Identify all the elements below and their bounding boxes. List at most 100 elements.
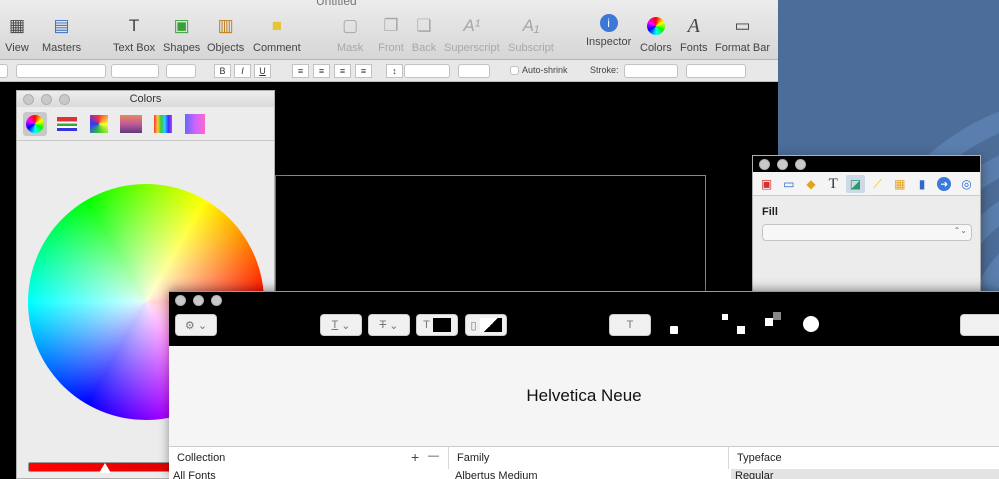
minimize-button[interactable]: [193, 295, 204, 306]
collection-list-item[interactable]: All Fonts: [169, 469, 216, 479]
fill-type-popup[interactable]: [762, 224, 972, 241]
hyperlink-inspector-tab[interactable]: ➜: [935, 175, 954, 193]
underline-menu[interactable]: T ⌄: [320, 314, 362, 336]
tab-color-palettes[interactable]: [87, 112, 111, 136]
shapes-icon: ▣: [173, 16, 190, 35]
zoom-button[interactable]: [211, 295, 222, 306]
view-button[interactable]: ▦ View: [4, 14, 30, 54]
back-button[interactable]: ❏ Back: [411, 14, 437, 54]
bring-front-icon: ❐: [383, 16, 399, 35]
document-title: Untitled: [316, 0, 357, 8]
table-inspector-tab[interactable]: ▦: [890, 175, 909, 193]
minimize-button[interactable]: [777, 159, 788, 170]
auto-shrink-checkbox[interactable]: [510, 66, 519, 75]
inspector-tabs: ▣ ▭ ◆ T ◪ ⟋ ▦ ▮ ➜ ◎: [753, 172, 980, 196]
slide-inspector-tab[interactable]: ▭: [779, 175, 798, 193]
stroke-label: Stroke:: [590, 65, 619, 75]
columns-popup[interactable]: [458, 64, 490, 78]
format-bar: B I U ≡ ≡ ≡ ≡ ↕ Auto-shrink Stroke:: [0, 60, 778, 82]
typeface-column-header[interactable]: Typeface: [729, 447, 999, 469]
align-center-button[interactable]: ≡: [313, 64, 330, 78]
front-button[interactable]: ❐ Front: [378, 14, 404, 54]
text-shadow-toggle[interactable]: T: [609, 314, 651, 336]
family-list-item[interactable]: Albertus Medium: [451, 469, 538, 479]
font-style-popup[interactable]: [111, 64, 159, 78]
document-inspector-tab[interactable]: ▣: [757, 175, 776, 193]
slide-icon: ▭: [783, 177, 795, 191]
color-wheel-icon: [26, 114, 44, 133]
strikethrough-menu[interactable]: T ⌄: [368, 314, 410, 336]
align-left-button[interactable]: ≡: [292, 64, 309, 78]
bold-button[interactable]: B: [214, 64, 231, 78]
family-column-header[interactable]: Family: [449, 447, 729, 469]
masters-button[interactable]: ▤ Masters: [42, 14, 81, 54]
line-spacing-popup[interactable]: [404, 64, 450, 78]
quicktime-inspector-tab[interactable]: ◎: [957, 175, 976, 193]
colors-button[interactable]: Colors: [640, 14, 672, 54]
tab-pencils[interactable]: [151, 112, 175, 136]
build-inspector-tab[interactable]: ◆: [801, 175, 820, 193]
tab-spectrum-grid[interactable]: [183, 112, 207, 136]
shadow-offset-knob[interactable]: [737, 326, 745, 334]
shapes-button[interactable]: ▣ Shapes: [163, 14, 200, 54]
justify-button[interactable]: ≡: [355, 64, 372, 78]
font-preview: Helvetica Neue: [169, 346, 999, 446]
brightness-slider-knob[interactable]: [99, 463, 111, 473]
shadow-offset-icon: [765, 312, 781, 328]
inspector-button[interactable]: i Inspector: [586, 14, 631, 48]
zoom-button[interactable]: [59, 94, 70, 105]
line-spacing-icon[interactable]: ↕: [386, 64, 403, 78]
tab-color-sliders[interactable]: [55, 112, 79, 136]
stroke-popup[interactable]: [624, 64, 678, 78]
metrics-inspector-tab[interactable]: ⟋: [868, 175, 887, 193]
minimize-button[interactable]: [41, 94, 52, 105]
quicktime-icon: ◎: [961, 177, 972, 191]
shadow-opacity-slider[interactable]: [670, 326, 678, 334]
comment-icon: ■: [271, 16, 282, 35]
graphic-inspector-tab[interactable]: ◪: [845, 175, 866, 193]
close-button[interactable]: [759, 159, 770, 170]
auto-shrink-label: Auto-shrink: [522, 65, 568, 75]
add-collection-button[interactable]: +: [411, 449, 419, 465]
style-popup[interactable]: [0, 64, 8, 78]
format-bar-button[interactable]: ▭ Format Bar: [715, 14, 770, 54]
grid-icon: [185, 113, 205, 134]
close-button[interactable]: [175, 295, 186, 306]
superscript-button[interactable]: A¹ Superscript: [444, 14, 500, 54]
colors-panel-title: Colors: [129, 93, 162, 105]
document-color-well[interactable]: ▯: [465, 314, 507, 336]
font-size-field[interactable]: [166, 64, 196, 78]
chart-icon: ▮: [918, 177, 926, 191]
collection-column-header[interactable]: Collection: [169, 447, 449, 469]
mask-button[interactable]: ▢ Mask: [337, 14, 363, 54]
text-color-well[interactable]: T: [416, 314, 458, 336]
search-field[interactable]: ⌕: [960, 314, 999, 336]
shadow-angle-dial[interactable]: [803, 316, 819, 332]
text-inspector-tab[interactable]: T: [824, 175, 843, 193]
tab-image-palettes[interactable]: [119, 112, 143, 136]
remove-collection-button[interactable]: —: [428, 450, 439, 462]
gear-menu-button[interactable]: ⚙ ⌄: [175, 314, 217, 336]
close-button[interactable]: [23, 94, 34, 105]
text-box-button[interactable]: T Text Box: [113, 14, 155, 54]
font-family-popup[interactable]: [16, 64, 106, 78]
fonts-button[interactable]: A Fonts: [680, 14, 708, 55]
fill-label: Fill: [762, 206, 778, 218]
italic-button[interactable]: I: [234, 64, 251, 78]
slide-canvas-object[interactable]: [275, 175, 706, 295]
subscript-button[interactable]: A₁ Subscript: [508, 14, 554, 54]
tab-color-wheel[interactable]: [23, 111, 47, 136]
send-back-icon: ❏: [416, 16, 432, 35]
zoom-button[interactable]: [795, 159, 806, 170]
comment-button[interactable]: ■ Comment: [253, 14, 301, 54]
view-icon: ▦: [8, 16, 26, 35]
shadow-blur-knob[interactable]: [722, 314, 728, 320]
typeface-list-item[interactable]: Regular: [731, 469, 999, 479]
align-right-button[interactable]: ≡: [334, 64, 351, 78]
info-icon: i: [599, 14, 618, 32]
objects-button[interactable]: ▥ Objects: [207, 14, 244, 54]
chart-inspector-tab[interactable]: ▮: [912, 175, 931, 193]
underline-button[interactable]: U: [254, 64, 271, 78]
text-box-icon: T: [128, 16, 140, 35]
stroke-color-well[interactable]: [686, 64, 746, 78]
